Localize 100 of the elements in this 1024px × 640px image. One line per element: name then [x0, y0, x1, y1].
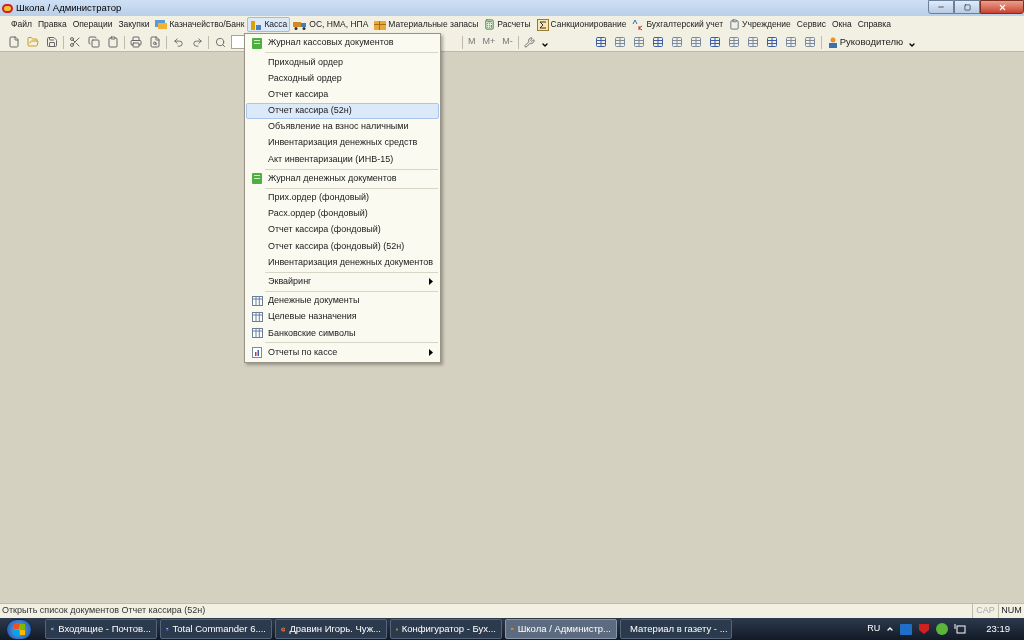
menu-entry[interactable]: Объявление на взнос наличными: [246, 118, 439, 136]
clipboard-icon: [729, 19, 741, 30]
menu-entry[interactable]: Расходный ордер: [246, 70, 439, 87]
menu-item[interactable]: Бухгалтерский учет: [629, 17, 727, 32]
menu-item[interactable]: Казначейство/Банк: [152, 17, 248, 32]
clock: 23:19: [986, 621, 1010, 636]
menu-entry[interactable]: Журнал денежных документов: [246, 170, 439, 187]
menu-item[interactable]: Окна: [828, 17, 855, 32]
minimize-icon: [937, 3, 945, 11]
menu-entry[interactable]: Отчеты по кассе: [246, 344, 439, 361]
torrent-tray-icon[interactable]: [936, 623, 949, 635]
menu-entry-label: Инвентаризация денежных средств: [268, 136, 418, 150]
preview-icon[interactable]: [147, 34, 163, 50]
table-icon: [251, 295, 263, 306]
menu-item[interactable]: Санкционирование: [533, 17, 630, 32]
network-tray-icon[interactable]: [954, 623, 967, 635]
menu-entry-label: Отчет кассира (52н): [268, 104, 352, 118]
menu-entry[interactable]: Банковские символы: [246, 325, 439, 342]
menu-entry-label: Расх.ордер (фондовый): [268, 207, 368, 221]
shield-tray-icon[interactable]: [918, 623, 931, 635]
report-button[interactable]: Руководителю: [824, 34, 906, 50]
print-icon[interactable]: [128, 34, 144, 50]
menu-item[interactable]: Файл: [8, 17, 35, 32]
menu-entry-label: Банковские символы: [268, 326, 356, 340]
menu-item[interactable]: Учреждение: [726, 17, 794, 32]
menu-entry-label: Отчет кассира (фондовый) (52н): [268, 239, 405, 253]
menu-item[interactable]: Касса: [247, 17, 291, 32]
menu-entry[interactable]: Акт инвентаризации (ИНВ-15): [246, 151, 439, 168]
submenu-arrow-icon: [429, 278, 433, 286]
menu-item[interactable]: Операции: [69, 17, 116, 32]
menu-entry[interactable]: Прих.ордер (фондовый): [246, 189, 439, 206]
journal-icon: [252, 173, 262, 185]
card-icon: [155, 19, 168, 30]
start-button[interactable]: [6, 618, 32, 640]
report-icon: [252, 346, 262, 358]
windows-logo-icon: [13, 623, 25, 635]
close-icon: [997, 2, 1007, 12]
menu-entry-label: Журнал денежных документов: [268, 171, 397, 185]
menu-entry-label: Прих.ордер (фондовый): [268, 191, 369, 205]
copy-icon[interactable]: [86, 34, 102, 50]
show-hidden-icons-icon[interactable]: [886, 625, 895, 633]
taskbar-button[interactable]: Дравин Игорь. Чуж...: [275, 619, 387, 639]
close-button[interactable]: [980, 0, 1024, 14]
menu-entry[interactable]: Отчет кассира (52н): [246, 102, 439, 119]
menu-item[interactable]: ОС, НМА, НПА: [290, 17, 372, 32]
menu-entry[interactable]: Отчет кассира (фондовый): [246, 222, 439, 239]
memory-button[interactable]: M-: [500, 35, 515, 49]
letters-icon: [632, 18, 645, 31]
table-icon: [251, 312, 263, 323]
minimize-button[interactable]: [928, 0, 954, 14]
menu-item[interactable]: Сервис: [793, 17, 829, 32]
taskbar-button[interactable]: Конфигуратор - Бух...: [390, 619, 502, 639]
paste-icon[interactable]: [105, 34, 121, 50]
menu-item[interactable]: Закупки: [115, 17, 153, 32]
memory-button[interactable]: M: [466, 35, 478, 49]
menu-item[interactable]: Расчеты: [481, 17, 534, 32]
menu-entry[interactable]: Расх.ордер (фондовый): [246, 205, 439, 223]
menu-entry[interactable]: Инвентаризация денежных документов: [246, 254, 439, 271]
menu-entry[interactable]: Денежные документы: [246, 292, 439, 309]
menu-entry[interactable]: Эквайринг: [246, 273, 439, 290]
taskbar-button[interactable]: Входящие - Почтов...: [45, 619, 157, 639]
menu-entry-label: Эквайринг: [268, 274, 312, 288]
coins-icon: [250, 18, 263, 31]
menu-entry[interactable]: Отчет кассира: [246, 86, 439, 103]
memory-button[interactable]: M+: [480, 35, 498, 49]
menu-entry-label: Отчеты по кассе: [268, 345, 338, 359]
menu-entry-label: Отчет кассира (фондовый): [268, 223, 381, 237]
menu-entry[interactable]: Целевые назначения: [246, 309, 439, 326]
restore-icon: [963, 3, 971, 11]
menu-entry-label: Отчет кассира: [268, 87, 329, 101]
status-text: Открыть список документов Отчет кассира (52н): [2, 604, 206, 618]
taskbar-button[interactable]: Материал в газету - ...: [620, 619, 732, 639]
boxes-icon: [374, 19, 387, 30]
language-indicator[interactable]: RU: [867, 622, 881, 636]
person-chart-icon: [826, 36, 838, 48]
menu-entry[interactable]: Инвентаризация денежных средств: [246, 135, 439, 152]
calculator-icon: [484, 19, 496, 30]
menu-item[interactable]: Материальные запасы: [371, 17, 482, 32]
submenu-arrow-icon: [429, 348, 433, 356]
restore-button[interactable]: [954, 0, 980, 14]
new-document-icon[interactable]: [6, 34, 22, 50]
menu-item[interactable]: Справка: [854, 17, 894, 32]
window-title: Школа / Администратор: [16, 0, 122, 15]
truck-icon: [293, 19, 308, 30]
menu-entry[interactable]: Приходный ордер: [246, 54, 439, 71]
journal-icon: [252, 37, 262, 49]
menu-entry[interactable]: Отчет кассира (фондовый) (52н): [246, 238, 439, 255]
menu-entry-label: Объявление на взнос наличными: [268, 120, 409, 134]
menu-entry-label: Журнал кассовых документов: [268, 36, 394, 50]
menu-entry-label: Приходный ордер: [268, 55, 343, 69]
save-icon[interactable]: [44, 34, 60, 50]
menu-entry-label: Инвентаризация денежных документов: [268, 255, 434, 269]
menu-entry[interactable]: Журнал кассовых документов: [246, 35, 439, 52]
app-logo-icon: [2, 3, 13, 13]
taskbar-button[interactable]: Школа / Администр...: [505, 619, 617, 639]
taskbar-button[interactable]: Total Commander 6....: [160, 619, 272, 639]
menu-entry-label: Расходный ордер: [268, 71, 342, 85]
menu-item[interactable]: Правка: [34, 17, 70, 32]
table-icon: [251, 328, 263, 339]
sigma-icon: [536, 18, 549, 31]
